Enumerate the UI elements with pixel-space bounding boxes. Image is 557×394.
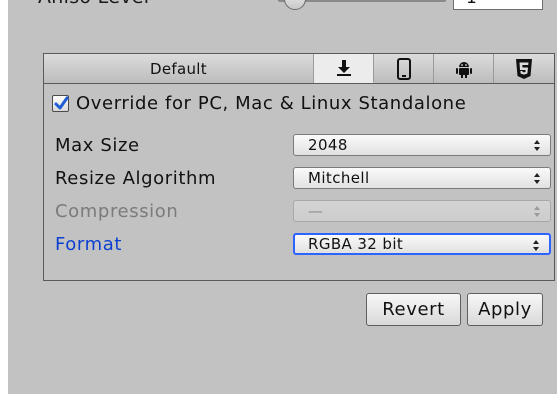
- revert-button[interactable]: Revert: [366, 293, 461, 326]
- apply-button[interactable]: Apply: [467, 293, 543, 326]
- tab-ios[interactable]: [374, 54, 434, 83]
- platform-settings-box: Default Override for PC, Mac & Linux Sta…: [43, 53, 555, 281]
- compression-row: Compression —: [55, 200, 555, 226]
- updown-arrows-icon: [533, 240, 539, 251]
- format-row: Format RGBA 32 bit: [55, 233, 555, 259]
- platform-tabs: Default: [44, 54, 554, 84]
- resize-algorithm-value: Mitchell: [308, 169, 370, 187]
- updown-arrows-icon: [534, 140, 540, 151]
- aniso-level-row: Aniso Level 1: [8, 0, 557, 14]
- compression-label: Compression: [55, 201, 179, 222]
- resize-algorithm-row: Resize Algorithm Mitchell: [55, 167, 555, 193]
- aniso-level-label: Aniso Level: [38, 0, 149, 8]
- download-icon: [336, 60, 351, 76]
- html5-icon: [516, 58, 532, 79]
- android-icon: [455, 61, 472, 78]
- compression-dropdown: —: [293, 200, 551, 222]
- updown-arrows-icon: [534, 173, 540, 184]
- format-value: RGBA 32 bit: [308, 235, 404, 253]
- tab-android[interactable]: [434, 54, 494, 83]
- override-row[interactable]: Override for PC, Mac & Linux Standalone: [52, 93, 466, 114]
- override-checkbox[interactable]: [52, 95, 69, 112]
- tab-default[interactable]: Default: [44, 54, 314, 83]
- checkmark-icon: [54, 96, 69, 110]
- resize-algorithm-dropdown[interactable]: Mitchell: [293, 167, 551, 189]
- tab-standalone[interactable]: [314, 54, 374, 83]
- action-buttons: Revert Apply: [366, 293, 543, 326]
- max-size-label: Max Size: [55, 135, 140, 156]
- format-label: Format: [55, 234, 123, 255]
- mobile-phone-icon: [396, 57, 411, 80]
- max-size-value: 2048: [308, 136, 348, 154]
- override-label: Override for PC, Mac & Linux Standalone: [76, 93, 467, 114]
- compression-value: —: [308, 202, 324, 220]
- max-size-dropdown[interactable]: 2048: [293, 134, 551, 156]
- inspector-panel: Aniso Level 1 Default: [8, 0, 557, 394]
- updown-arrows-icon: [534, 206, 540, 217]
- max-size-row: Max Size 2048: [55, 134, 555, 160]
- tab-webgl[interactable]: [494, 54, 554, 83]
- aniso-level-slider-thumb[interactable]: [284, 0, 306, 10]
- aniso-level-input[interactable]: 1: [453, 0, 543, 10]
- resize-algorithm-label: Resize Algorithm: [55, 168, 217, 189]
- format-dropdown[interactable]: RGBA 32 bit: [293, 233, 551, 255]
